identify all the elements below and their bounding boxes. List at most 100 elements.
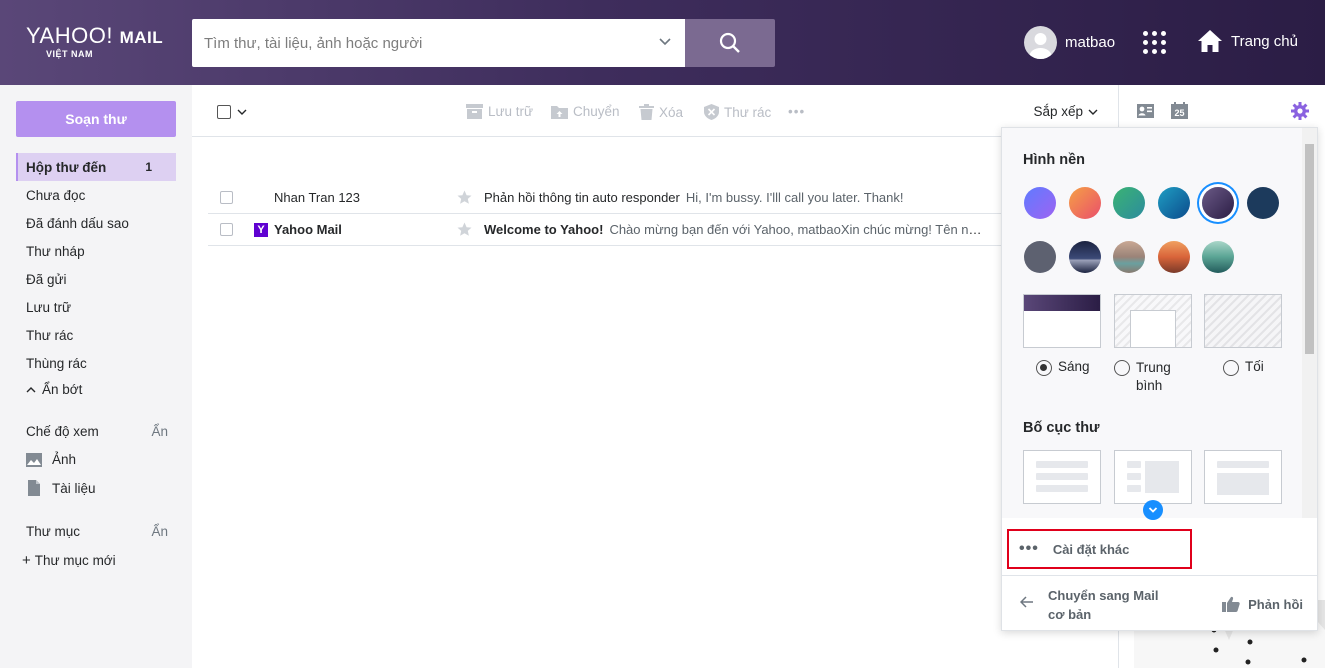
folder-drafts[interactable]: Thư nháp bbox=[16, 237, 176, 265]
settings-scroll-area: Hình nền Sáng Trung bình Tối Bố cục thư bbox=[1002, 128, 1304, 518]
scroll-down-button[interactable] bbox=[1143, 500, 1163, 520]
mode-medium-preview[interactable] bbox=[1114, 294, 1192, 348]
message-checkbox[interactable] bbox=[220, 223, 233, 236]
layout-wide-option[interactable] bbox=[1204, 450, 1282, 504]
message-sender: Nhan Tran 123 bbox=[274, 190, 361, 205]
view-photos[interactable]: Ảnh bbox=[26, 452, 76, 467]
star-icon[interactable] bbox=[457, 222, 472, 237]
folder-inbox[interactable]: Hộp thư đến 1 bbox=[16, 153, 176, 181]
theme-section-title: Hình nền bbox=[1023, 152, 1086, 168]
folder-archive[interactable]: Lưu trữ bbox=[16, 293, 176, 321]
folder-label: Thư nháp bbox=[26, 243, 85, 259]
mode-medium-radio[interactable]: Trung bình bbox=[1114, 359, 1194, 395]
folder-trash[interactable]: Thùng rác bbox=[16, 349, 176, 377]
theme-swatch-blue[interactable] bbox=[1158, 187, 1190, 219]
contacts-icon[interactable] bbox=[1137, 104, 1154, 118]
yahoo-mail-logo[interactable]: YAHOO! MAIL VIỆT NAM bbox=[26, 24, 163, 60]
theme-swatch-mountains-night[interactable] bbox=[1069, 241, 1101, 273]
gear-icon[interactable] bbox=[1291, 102, 1309, 120]
search-icon bbox=[719, 32, 740, 53]
message-preview: Hi, I'm bussy. I'lll call you later. Tha… bbox=[685, 190, 904, 205]
more-settings-button[interactable]: ••• Cài đặt khác bbox=[1007, 529, 1192, 569]
layout-list-option[interactable] bbox=[1023, 450, 1101, 504]
spam-button[interactable]: Thư rác bbox=[704, 104, 771, 120]
message-sender: Yahoo Mail bbox=[274, 222, 342, 237]
search-input[interactable] bbox=[192, 19, 632, 67]
mode-light-radio[interactable]: Sáng bbox=[1036, 359, 1090, 376]
settings-panel: Hình nền Sáng Trung bình Tối Bố cục thư bbox=[1001, 127, 1318, 631]
theme-swatch-sunset[interactable] bbox=[1158, 241, 1190, 273]
arrow-left-icon bbox=[1020, 596, 1033, 608]
username: matbao bbox=[1065, 34, 1116, 51]
mode-dark-radio[interactable]: Tối bbox=[1223, 359, 1264, 376]
folder-label: Đã đánh dấu sao bbox=[26, 215, 129, 231]
move-button[interactable]: Chuyển bbox=[551, 104, 620, 119]
svg-text:25: 25 bbox=[1174, 108, 1184, 118]
archive-button[interactable]: Lưu trữ bbox=[466, 104, 533, 119]
apps-grid-icon[interactable] bbox=[1143, 31, 1167, 55]
theme-swatch-gray[interactable] bbox=[1024, 241, 1056, 273]
trash-icon bbox=[639, 104, 654, 120]
mode-dark-preview[interactable] bbox=[1204, 294, 1282, 348]
select-all-checkbox[interactable] bbox=[217, 105, 231, 119]
collapse-folders-toggle[interactable]: Ẩn bớt bbox=[26, 382, 82, 397]
view-documents[interactable]: Tài liệu bbox=[26, 480, 96, 496]
sort-button[interactable]: Sắp xếp bbox=[1033, 104, 1098, 119]
theme-swatch-lake[interactable] bbox=[1202, 241, 1234, 273]
compose-button[interactable]: Soạn thư bbox=[16, 101, 176, 137]
radio-selected[interactable] bbox=[1036, 360, 1052, 376]
chevron-down-icon bbox=[1148, 507, 1158, 513]
folder-label: Đã gửi bbox=[26, 271, 67, 287]
message-list-pane: Lưu trữ Chuyển Xóa Thư rác ••• Sắp xếp N… bbox=[192, 85, 1198, 668]
folder-sent[interactable]: Đã gửi bbox=[16, 265, 176, 293]
radio-unselected[interactable] bbox=[1114, 360, 1130, 376]
folder-spam[interactable]: Thư rác bbox=[16, 321, 176, 349]
chevron-down-icon[interactable] bbox=[237, 107, 247, 117]
layout-preview-pane-option[interactable] bbox=[1114, 450, 1192, 504]
folder-label: Thư rác bbox=[26, 327, 74, 343]
message-checkbox[interactable] bbox=[220, 191, 233, 204]
folder-label: Lưu trữ bbox=[26, 299, 72, 315]
message-subject: Phản hồi thông tin auto responder bbox=[484, 190, 680, 205]
archive-icon bbox=[466, 104, 483, 119]
folders-section-label: Thư mục bbox=[26, 524, 81, 539]
image-icon bbox=[26, 452, 42, 467]
move-folder-icon bbox=[551, 106, 568, 119]
radio-unselected[interactable] bbox=[1223, 360, 1239, 376]
mode-light-preview[interactable] bbox=[1023, 294, 1101, 348]
search-button[interactable] bbox=[685, 19, 775, 67]
more-actions-button[interactable]: ••• bbox=[788, 104, 805, 119]
theme-swatch-purple[interactable] bbox=[1024, 187, 1056, 219]
theme-swatch-navy[interactable] bbox=[1247, 187, 1279, 219]
star-icon[interactable] bbox=[457, 190, 472, 205]
home-icon bbox=[1198, 30, 1222, 52]
feedback-button[interactable]: Phản hồi bbox=[1222, 596, 1303, 612]
panel-scrollbar[interactable] bbox=[1302, 128, 1317, 518]
views-hide-toggle[interactable]: Ẩn bbox=[151, 424, 168, 439]
delete-button[interactable]: Xóa bbox=[639, 104, 683, 120]
yahoo-sender-icon: Y bbox=[254, 223, 268, 237]
switch-basic-mail-link[interactable]: Chuyển sang Mail cơ bản bbox=[1020, 586, 1178, 624]
calendar-icon[interactable]: 25 bbox=[1171, 102, 1188, 119]
theme-swatch-dark-purple-selected[interactable] bbox=[1202, 187, 1234, 219]
chevron-down-icon bbox=[1088, 109, 1098, 115]
chevron-down-icon[interactable] bbox=[657, 33, 673, 49]
theme-swatch-green[interactable] bbox=[1113, 187, 1145, 219]
new-folder-button[interactable]: + Thư mục mới bbox=[22, 552, 116, 569]
sidebar: Soạn thư Hộp thư đến 1 Chưa đọc Đã đánh … bbox=[0, 85, 192, 668]
theme-swatch-orange[interactable] bbox=[1069, 187, 1101, 219]
more-dots-icon: ••• bbox=[1019, 540, 1039, 557]
home-link[interactable]: Trang chủ bbox=[1197, 29, 1298, 53]
home-label: Trang chủ bbox=[1231, 32, 1298, 50]
folder-starred[interactable]: Đã đánh dấu sao bbox=[16, 209, 176, 237]
folders-hide-toggle[interactable]: Ẩn bbox=[151, 524, 168, 539]
folder-label: Chưa đọc bbox=[26, 187, 86, 203]
theme-swatch-desert[interactable] bbox=[1113, 241, 1145, 273]
folder-label: Thùng rác bbox=[26, 355, 87, 371]
document-icon bbox=[28, 480, 40, 496]
user-profile[interactable]: matbao bbox=[1024, 26, 1115, 59]
unread-count: 1 bbox=[145, 160, 152, 174]
select-all[interactable] bbox=[217, 105, 247, 119]
folder-unread[interactable]: Chưa đọc bbox=[16, 181, 176, 209]
plus-icon: + bbox=[22, 552, 31, 569]
